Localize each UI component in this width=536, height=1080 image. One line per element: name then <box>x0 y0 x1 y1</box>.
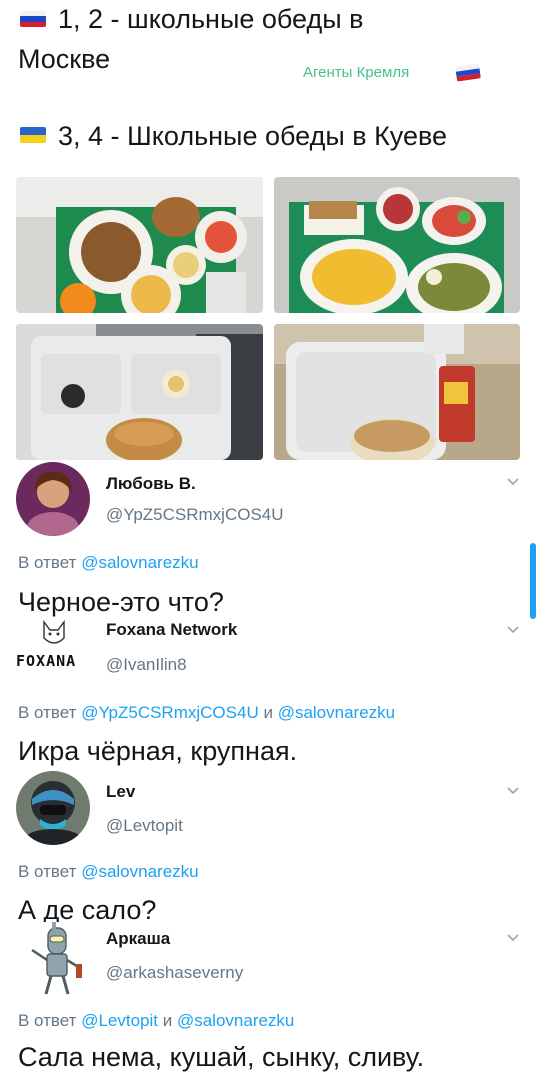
reply-prefix: В ответ <box>18 703 77 722</box>
avatar[interactable] <box>20 922 90 996</box>
reply-joiner: и <box>162 1011 173 1030</box>
mention-link[interactable]: @salovnarezku <box>81 862 198 881</box>
reply-context: В ответ @salovnarezku <box>18 862 199 882</box>
tweet-text: Сала нема, кушай, сынку, сливу. <box>18 1042 425 1072</box>
caption-kyiv: 3, 4 - Школьные обеды в Куеве <box>58 121 448 151</box>
user-handle[interactable]: @Levtopit <box>106 816 183 836</box>
avatar[interactable] <box>16 462 90 536</box>
caption-moscow-line1: 1, 2 - школьные обеды в <box>58 4 364 34</box>
mention-link[interactable]: @YpZ5CSRmxjCOS4U <box>81 703 259 722</box>
tweet-text: Черное-это что? <box>18 587 224 617</box>
watermark-text: Агенты Кремля <box>303 64 410 81</box>
display-name[interactable]: Foxana Network <box>106 620 237 640</box>
caption-moscow-line2: Москве <box>18 44 111 74</box>
user-handle[interactable]: @YpZ5CSRmxjCOS4U <box>106 505 284 525</box>
mention-link[interactable]: @Levtopit <box>81 1011 158 1030</box>
display-name[interactable]: Lev <box>106 782 135 802</box>
reply-context: В ответ @salovnarezku <box>18 553 199 573</box>
avatar-logo-text: FOXANA <box>16 652 77 670</box>
ukraine-flag-icon <box>20 127 46 143</box>
moscow-lunch-photo-2[interactable] <box>274 177 520 313</box>
moscow-lunch-photo-1[interactable] <box>16 177 263 313</box>
russia-flag-icon <box>20 11 46 27</box>
display-name[interactable]: Любовь В. <box>106 474 196 494</box>
chevron-down-icon[interactable] <box>506 783 520 797</box>
user-handle[interactable]: @arkashaseverny <box>106 963 243 983</box>
mention-link[interactable]: @salovnarezku <box>81 553 198 572</box>
chevron-down-icon[interactable] <box>506 474 520 488</box>
mention-link[interactable]: @salovnarezku <box>278 703 395 722</box>
avatar[interactable]: FOXANA <box>14 616 94 680</box>
reply-context: В ответ @Levtopit и @salovnarezku <box>18 1011 294 1031</box>
tweet-text: Икра чёрная, крупная. <box>18 736 298 766</box>
reply-prefix: В ответ <box>18 553 77 572</box>
russia-flag-icon <box>455 63 481 82</box>
reply-prefix: В ответ <box>18 1011 77 1030</box>
chevron-down-icon[interactable] <box>506 930 520 944</box>
chevron-down-icon[interactable] <box>506 622 520 636</box>
kyiv-lunch-photo-3[interactable] <box>16 324 263 460</box>
reply-context: В ответ @YpZ5CSRmxjCOS4U и @salovnarezku <box>18 703 395 723</box>
reply-prefix: В ответ <box>18 862 77 881</box>
scrollbar[interactable] <box>530 543 536 619</box>
display-name[interactable]: Аркаша <box>106 929 170 949</box>
reply-joiner: и <box>263 703 273 722</box>
kyiv-lunch-photo-4[interactable] <box>274 324 520 460</box>
avatar[interactable] <box>16 771 90 845</box>
mention-link[interactable]: @salovnarezku <box>177 1011 294 1030</box>
user-handle[interactable]: @IvanIlin8 <box>106 655 187 675</box>
